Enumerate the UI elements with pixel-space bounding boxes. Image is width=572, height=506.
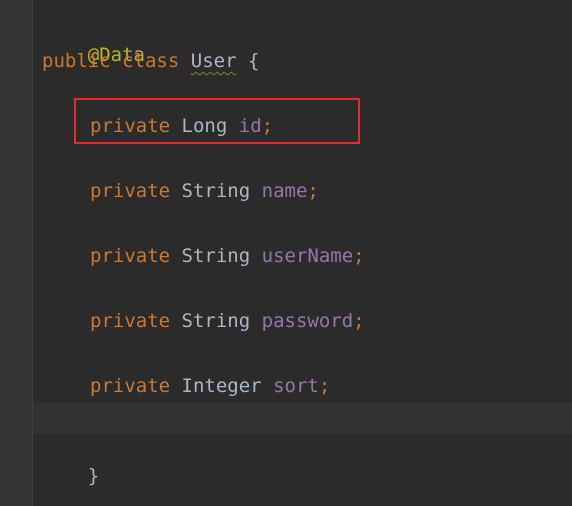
- field-type: String: [181, 245, 251, 267]
- field-name: sort: [273, 375, 319, 397]
- field-line-sort: private Integer sort;: [90, 373, 330, 399]
- semicolon: ;: [353, 310, 365, 332]
- red-highlight-box: [74, 98, 360, 144]
- editor-gutter: [0, 0, 32, 506]
- field-type: Integer: [181, 375, 262, 397]
- open-brace: {: [247, 50, 260, 72]
- field-modifier: private: [90, 180, 171, 202]
- field-name: name: [261, 180, 308, 202]
- field-modifier: private: [90, 245, 171, 267]
- current-line-highlight: [33, 403, 572, 434]
- semicolon: ;: [318, 375, 331, 397]
- class-keyword: class: [122, 50, 180, 72]
- field-modifier: private: [90, 375, 171, 397]
- field-line-password: private String password;: [90, 308, 365, 334]
- public-keyword: public: [42, 50, 111, 72]
- code-editor[interactable]: @Data public class User { private Long i…: [0, 0, 572, 506]
- field-line-username: private String userName;: [90, 243, 365, 269]
- semicolon: ;: [353, 245, 365, 267]
- class-close-line: }: [42, 437, 99, 487]
- field-name: password: [261, 310, 354, 332]
- field-type: String: [181, 180, 251, 202]
- close-brace: }: [87, 465, 100, 487]
- semicolon: ;: [307, 180, 319, 202]
- field-line-name: private String name;: [90, 178, 319, 204]
- class-declaration-line: public class User {: [42, 48, 259, 74]
- field-modifier: private: [90, 310, 171, 332]
- class-name[interactable]: User: [191, 50, 237, 72]
- annotation-line: @Data: [42, 16, 145, 66]
- field-name: userName: [261, 245, 354, 267]
- field-type: String: [181, 310, 251, 332]
